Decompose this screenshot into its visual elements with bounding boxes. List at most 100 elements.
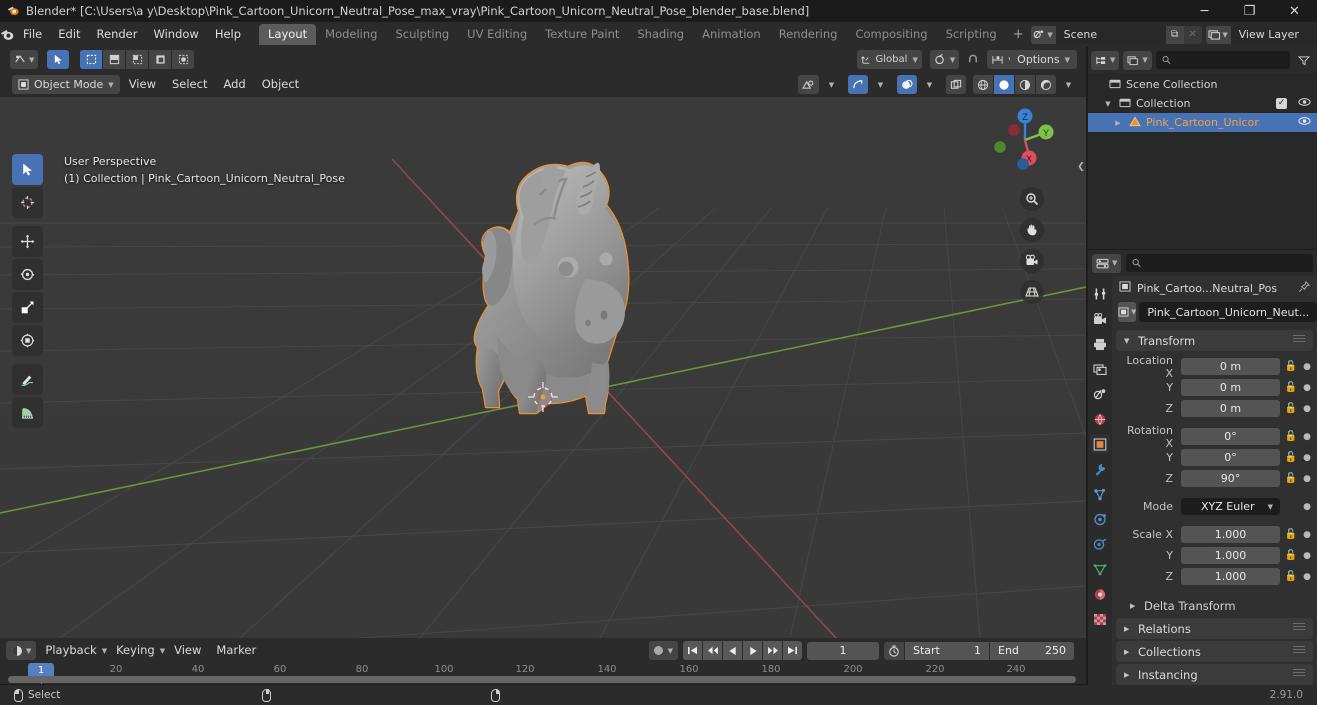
transform-orientation-button[interactable]: Global ▼: [856, 50, 922, 69]
menu-edit[interactable]: Edit: [50, 25, 88, 44]
jump-to-start-button[interactable]: [683, 641, 702, 660]
lock-icon[interactable]: 🔓: [1284, 529, 1298, 540]
minimize-button[interactable]: ─: [1182, 0, 1227, 22]
snap-magnet-icon[interactable]: [963, 50, 983, 69]
viewport-menu-view[interactable]: View: [122, 75, 163, 94]
rotate-tool-button[interactable]: [12, 259, 43, 290]
collection-disclosure[interactable]: ▼: [1102, 100, 1114, 108]
scale-z-field[interactable]: 1.000: [1181, 568, 1280, 585]
select-tool-button[interactable]: [47, 50, 70, 69]
menu-help[interactable]: Help: [207, 25, 249, 44]
outliner-search-input[interactable]: [1155, 51, 1290, 69]
lock-icon[interactable]: 🔓: [1284, 452, 1298, 463]
lock-icon[interactable]: 🔓: [1284, 403, 1298, 414]
navigation-gizmo[interactable]: Z Y X: [988, 103, 1062, 177]
tab-compositing[interactable]: Compositing: [846, 24, 936, 45]
viewport-menu-add[interactable]: Add: [216, 75, 252, 94]
timeline-menu-marker[interactable]: Marker: [210, 641, 262, 660]
animate-dot-icon[interactable]: ●: [1302, 453, 1312, 463]
tab-modeling[interactable]: Modeling: [316, 24, 386, 45]
tab-animation[interactable]: Animation: [693, 24, 770, 45]
animate-dot-icon[interactable]: ●: [1302, 551, 1312, 561]
render-tab-icon[interactable]: [1090, 309, 1110, 329]
visibility-caret-icon[interactable]: ▼: [822, 75, 841, 94]
add-workspace-button[interactable]: +: [1006, 27, 1031, 42]
tab-shading[interactable]: Shading: [628, 24, 693, 45]
outliner-row-scene-collection[interactable]: Scene Collection: [1088, 75, 1317, 94]
zoom-icon[interactable]: [1020, 187, 1044, 211]
timeline-menu-view[interactable]: View: [168, 641, 207, 660]
output-tab-icon[interactable]: [1090, 334, 1110, 354]
select-extend-icon[interactable]: [103, 50, 126, 69]
tab-uv-editing[interactable]: UV Editing: [458, 24, 536, 45]
object-tab-icon[interactable]: [1090, 434, 1110, 454]
select-subtract-icon[interactable]: [126, 50, 149, 69]
outliner-editor-type-icon[interactable]: ▼: [1091, 50, 1120, 70]
scene-selector[interactable]: ▼ Scene ⧉ ✕: [1030, 25, 1202, 44]
properties-editor-type-icon[interactable]: ▼: [1092, 253, 1122, 273]
select-invert-icon[interactable]: [149, 50, 172, 69]
tab-layout[interactable]: Layout: [259, 24, 317, 45]
outliner-filter-icon[interactable]: [1294, 51, 1314, 70]
world-tab-icon[interactable]: [1090, 409, 1110, 429]
menu-window[interactable]: Window: [145, 25, 206, 44]
jump-to-end-button[interactable]: [783, 641, 802, 660]
modifier-wrench-tab-icon[interactable]: [1090, 459, 1110, 479]
viewport-sidebar-toggle[interactable]: ❮: [1076, 155, 1086, 179]
transform-panel-header[interactable]: ▼ Transform: [1116, 330, 1313, 351]
end-frame-field[interactable]: End 250: [990, 641, 1074, 660]
overlays-caret-icon[interactable]: ▼: [920, 75, 939, 94]
object-mode-selector[interactable]: Object Mode ▼: [12, 75, 120, 94]
object-name-value[interactable]: Pink_Cartoon_Unicorn_Neut...: [1139, 302, 1317, 322]
object-data-tab-icon[interactable]: [1090, 559, 1110, 579]
play-button[interactable]: [743, 641, 762, 660]
overlays-toggle-button[interactable]: [897, 75, 917, 94]
animate-dot-icon[interactable]: ●: [1302, 502, 1312, 512]
scale-x-field[interactable]: 1.000: [1181, 526, 1280, 543]
object-datablock-icon[interactable]: ▼: [1118, 302, 1137, 322]
play-reverse-button[interactable]: [723, 641, 742, 660]
texture-tab-icon[interactable]: [1090, 609, 1110, 629]
editor-type-icon[interactable]: ▼: [10, 50, 39, 69]
close-button[interactable]: ✕: [1272, 0, 1317, 22]
physics-tab-icon[interactable]: [1090, 509, 1110, 529]
pan-hand-icon[interactable]: [1020, 218, 1044, 242]
tab-texture-paint[interactable]: Texture Paint: [536, 24, 628, 45]
relations-panel-header[interactable]: ▶ Relations: [1116, 618, 1313, 639]
timeline-ruler[interactable]: 20 40 60 80 100 120 140 160 180 200 220 …: [0, 663, 1086, 684]
select-box-icon[interactable]: [80, 50, 103, 69]
select-intersect-icon[interactable]: [172, 50, 195, 69]
snap-pivot-button[interactable]: ▼: [929, 50, 960, 69]
lock-icon[interactable]: 🔓: [1284, 361, 1298, 372]
lock-icon[interactable]: 🔓: [1284, 473, 1298, 484]
timeline-menu-playback[interactable]: Playback: [39, 641, 102, 660]
outliner-display-mode-icon[interactable]: ▼: [1123, 50, 1152, 70]
previous-keyframe-button[interactable]: [703, 641, 722, 660]
viewport-menu-select[interactable]: Select: [165, 75, 214, 94]
menu-render[interactable]: Render: [89, 25, 146, 44]
properties-search-field[interactable]: [1146, 257, 1307, 269]
tab-sculpting[interactable]: Sculpting: [386, 24, 458, 45]
particles-tab-icon[interactable]: [1090, 484, 1110, 504]
annotate-tool-button[interactable]: [12, 364, 43, 395]
current-frame-field[interactable]: 1: [807, 641, 879, 660]
animate-dot-icon[interactable]: ●: [1302, 572, 1312, 582]
visibility-toggle-button[interactable]: [798, 75, 819, 94]
location-z-field[interactable]: 0 m: [1181, 400, 1280, 417]
eye-icon[interactable]: [1298, 97, 1311, 110]
constraints-tab-icon[interactable]: [1090, 534, 1110, 554]
use-preview-range-icon[interactable]: [884, 641, 904, 660]
auto-keying-button[interactable]: ▼: [648, 641, 678, 660]
timeline-scrollbar[interactable]: [8, 676, 1076, 683]
rotation-z-field[interactable]: 90°: [1181, 470, 1280, 487]
rendered-shading-icon[interactable]: [1036, 75, 1056, 94]
animate-dot-icon[interactable]: ●: [1302, 474, 1312, 484]
remove-scene-button[interactable]: ✕: [1183, 25, 1202, 44]
unicorn-model[interactable]: [0, 47, 1086, 638]
tool-tab-icon[interactable]: [1090, 284, 1110, 304]
rotation-y-field[interactable]: 0°: [1181, 449, 1280, 466]
timeline-editor-type-icon[interactable]: ▼: [6, 641, 37, 660]
maximize-button[interactable]: ❐: [1227, 0, 1272, 22]
scene-tab-icon[interactable]: [1090, 384, 1110, 404]
timeline-menu-keying[interactable]: Keying: [110, 641, 161, 660]
